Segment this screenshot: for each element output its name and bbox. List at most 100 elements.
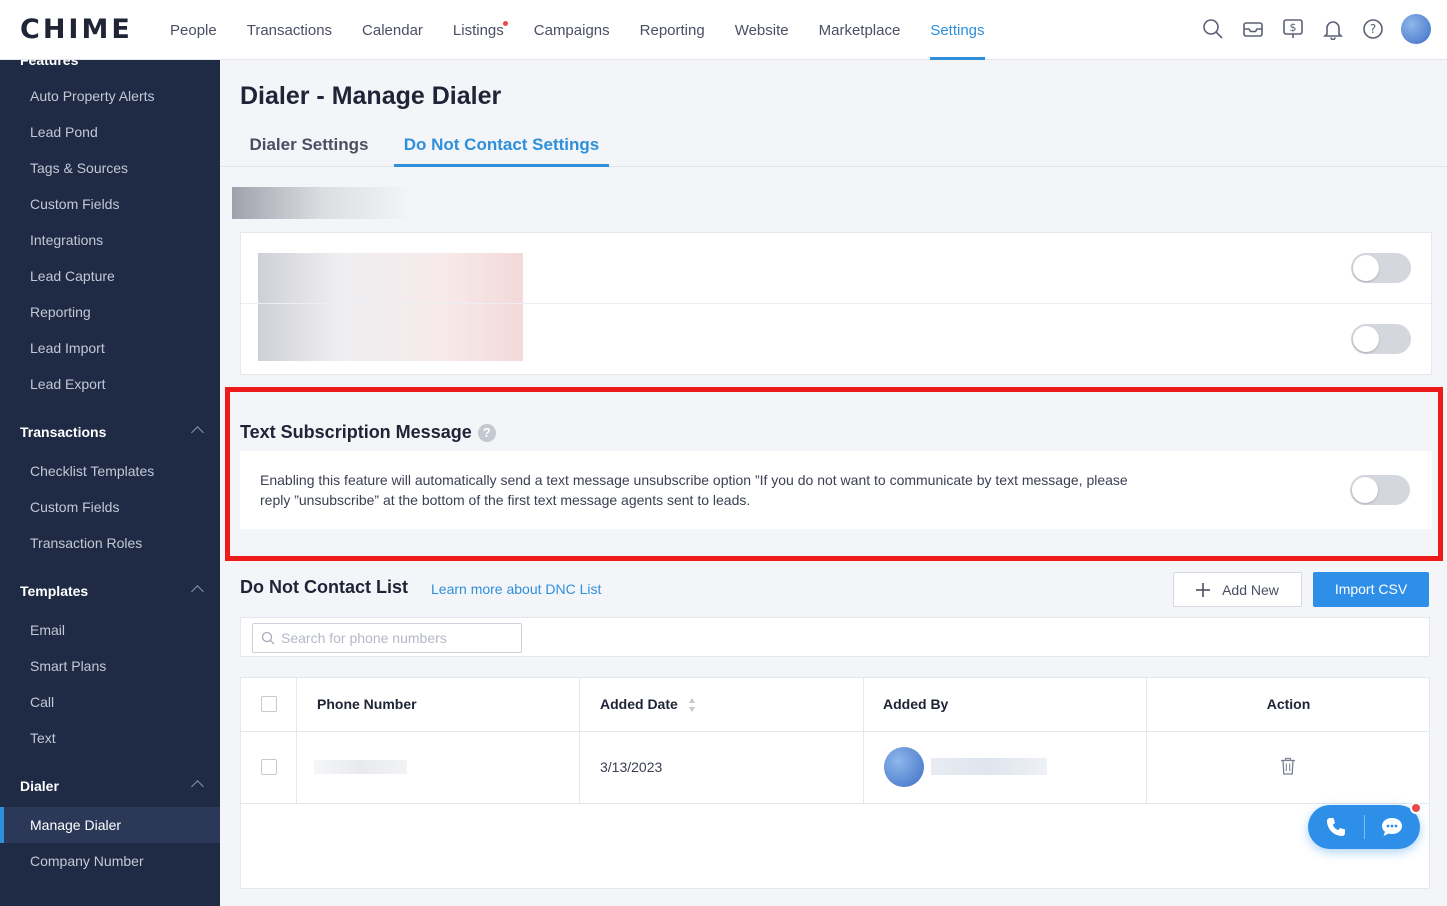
nav-settings[interactable]: Settings [915,0,999,60]
column-header-added-by: Added By [883,696,949,712]
added-by-avatar [884,747,924,787]
nav-reporting[interactable]: Reporting [625,0,720,60]
nav-marketplace[interactable]: Marketplace [804,0,916,60]
tab-dialer-settings[interactable]: Dialer Settings [240,125,378,167]
dnc-learn-more-link[interactable]: Learn more about DNC List [431,581,601,597]
sidebar-item-transaction-roles[interactable]: Transaction Roles [0,525,220,561]
sidebar-heading-features: Features [20,60,79,68]
chevron-up-icon [191,426,204,439]
nav-transactions[interactable]: Transactions [232,0,347,60]
chevron-up-icon [191,585,204,598]
nav-website[interactable]: Website [720,0,804,60]
add-new-label: Add New [1222,581,1279,598]
sidebar-item-lead-capture[interactable]: Lead Capture [0,258,220,294]
sort-icon [688,697,695,712]
billing-icon[interactable]: $ [1281,17,1305,41]
nav-campaigns[interactable]: Campaigns [519,0,625,60]
sidebar-item-email[interactable]: Email [0,612,220,648]
settings-sidebar: Features Auto Property Alerts Lead Pond … [0,60,220,906]
plus-icon [1196,582,1211,597]
page-title: Dialer - Manage Dialer [240,82,502,110]
search-bar [240,617,1430,657]
trash-icon[interactable] [1280,757,1296,775]
top-navigation: CHIME People Transactions Calendar Listi… [0,0,1447,60]
sidebar-item-tags-sources[interactable]: Tags & Sources [0,150,220,186]
phone-icon[interactable] [1325,816,1347,838]
phone-search-input[interactable] [281,624,516,652]
column-header-added-date[interactable]: Added Date [600,678,696,731]
text-subscription-description: Enabling this feature will automatically… [260,472,1128,508]
sidebar-item-integrations[interactable]: Integrations [0,222,220,258]
row-checkbox[interactable] [261,759,277,775]
redacted-settings-panel [240,232,1432,375]
user-avatar[interactable] [1401,14,1431,44]
import-csv-button[interactable]: Import CSV [1313,572,1429,607]
svg-text:$: $ [1290,21,1297,34]
nav-listings-label: Listings [452,22,504,39]
sidebar-section-transactions[interactable]: Transactions [0,414,220,450]
tab-bar: Dialer Settings Do Not Contact Settings [220,125,1447,167]
sidebar-item-auto-property-alerts[interactable]: Auto Property Alerts [0,78,220,114]
row-divider [241,731,1429,732]
tab-do-not-contact-settings[interactable]: Do Not Contact Settings [394,125,609,167]
nav-listings[interactable]: Listings [438,0,519,60]
column-divider [579,678,580,803]
redacted-added-by-name [931,758,1047,775]
chevron-up-icon [191,780,204,793]
column-header-action: Action [1266,696,1311,712]
inbox-icon[interactable] [1241,17,1265,41]
dialer-chat-widget [1308,802,1422,849]
search-icon [261,631,275,645]
dnc-table: Phone Number Added Date Added By Action … [240,677,1430,889]
sidebar-item-lead-export[interactable]: Lead Export [0,366,220,402]
text-subscription-title: Text Subscription Message ? [240,422,496,443]
sidebar-item-checklist-templates[interactable]: Checklist Templates [0,453,220,489]
dnc-list-title: Do Not Contact List [240,577,408,597]
added-date-cell: 3/13/2023 [600,759,663,775]
chime-logo[interactable]: CHIME [20,14,133,45]
add-new-button[interactable]: Add New [1173,572,1302,607]
sidebar-section-dialer[interactable]: Dialer [0,768,220,804]
redacted-phone-number [314,760,407,774]
sidebar-heading-label: Transactions [20,424,107,440]
sidebar-item-text[interactable]: Text [0,720,220,756]
divider [241,303,1431,304]
svg-text:?: ? [1370,22,1376,36]
redacted-settings-text [258,253,523,361]
setting-toggle-1[interactable] [1351,253,1411,283]
select-all-checkbox[interactable] [261,696,277,712]
row-divider [241,803,1429,804]
column-divider [296,678,297,803]
chat-icon[interactable] [1380,816,1404,838]
main-nav: People Transactions Calendar Listings Ca… [155,0,1000,60]
sidebar-item-custom-fields[interactable]: Custom Fields [0,186,220,222]
sidebar-item-lead-pond[interactable]: Lead Pond [0,114,220,150]
top-icons: $ ? [1201,14,1431,44]
sidebar-section-templates[interactable]: Templates [0,573,220,609]
sidebar-item-company-number[interactable]: Company Number [0,843,220,879]
sidebar-item-lead-import[interactable]: Lead Import [0,330,220,366]
column-header-phone-number: Phone Number [317,696,417,712]
notification-dot [1410,802,1422,814]
column-divider [863,678,864,803]
text-subscription-toggle[interactable] [1350,475,1410,505]
sidebar-item-reporting[interactable]: Reporting [0,294,220,330]
column-header-added-date-label: Added Date [600,696,678,712]
nav-calendar[interactable]: Calendar [347,0,438,60]
sidebar-item-manage-dialer[interactable]: Manage Dialer [0,807,220,843]
help-icon[interactable]: ? [1361,17,1385,41]
sidebar-item-smart-plans[interactable]: Smart Plans [0,648,220,684]
text-subscription-panel: Enabling this feature will automatically… [240,451,1432,529]
redacted-heading [232,187,412,219]
help-icon[interactable]: ? [477,423,496,442]
notification-dot [502,21,508,26]
sidebar-item-call[interactable]: Call [0,684,220,720]
sidebar-heading-label: Templates [20,583,89,599]
search-icon[interactable] [1201,17,1225,41]
nav-people[interactable]: People [155,0,232,60]
search-box [252,623,522,653]
widget-divider [1364,815,1365,839]
setting-toggle-2[interactable] [1351,324,1411,354]
bell-icon[interactable] [1321,17,1345,41]
sidebar-item-transaction-custom-fields[interactable]: Custom Fields [0,489,220,525]
